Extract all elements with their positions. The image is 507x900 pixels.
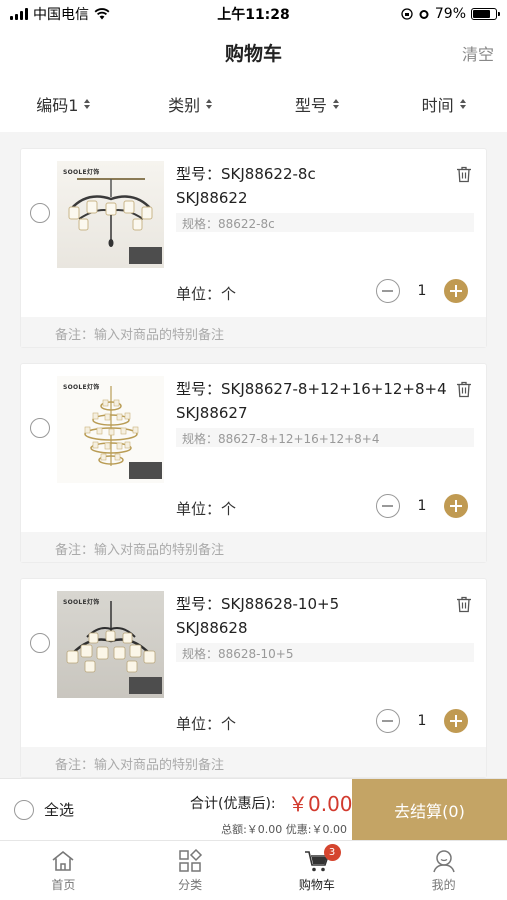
filter-time[interactable]: 时间 bbox=[380, 92, 507, 116]
item-spec: 规格：88622-8c bbox=[176, 213, 474, 232]
plus-button[interactable] bbox=[444, 494, 468, 518]
quantity-stepper: 1 bbox=[376, 279, 468, 303]
checkout-button[interactable]: 去结算(0) bbox=[352, 779, 507, 841]
wifi-icon bbox=[94, 8, 110, 20]
rotation-lock-icon bbox=[401, 8, 413, 20]
tab-mine[interactable]: 我的 bbox=[380, 841, 507, 900]
minus-button[interactable] bbox=[376, 709, 400, 733]
item-model: 型号：SKJ88622-8c bbox=[176, 165, 316, 183]
cart-list[interactable]: SOOLE灯饰 型号：SKJ88622-8c SKJ88622 规格：88622… bbox=[0, 132, 507, 778]
clear-button[interactable]: 清空 bbox=[462, 41, 494, 65]
item-unit: 单位：个 bbox=[176, 500, 237, 518]
image-tag bbox=[129, 677, 162, 694]
tab-label: 我的 bbox=[431, 878, 456, 892]
item-unit: 单位：个 bbox=[176, 285, 237, 303]
quantity-value: 1 bbox=[417, 498, 427, 514]
filter-code[interactable]: 编码1 bbox=[0, 92, 127, 116]
quantity-value: 1 bbox=[417, 713, 427, 729]
category-icon bbox=[179, 849, 203, 872]
item-model: 型号：SKJ88628-10+5 bbox=[176, 595, 340, 613]
tab-label: 首页 bbox=[51, 878, 76, 892]
filter-bar: 编码1 类别 型号 时间 bbox=[0, 76, 507, 132]
cart-item: SOOLE灯饰 型号：SKJ88622-8c SKJ88622 规格：88622… bbox=[20, 148, 487, 348]
clock: 上午11:28 bbox=[217, 7, 290, 23]
battery-percent: 79% bbox=[434, 6, 466, 22]
item-info: 型号：SKJ88627-8+12+16+12+8+4 SKJ88627 规格：8… bbox=[176, 378, 474, 447]
tab-label: 购物车 bbox=[298, 878, 335, 892]
nav-bar: 购物车 清空 bbox=[0, 28, 507, 76]
total-label: 合计(优惠后): bbox=[190, 796, 276, 812]
plus-button[interactable] bbox=[444, 709, 468, 733]
select-all[interactable]: 全选 bbox=[14, 799, 74, 820]
tab-category[interactable]: 分类 bbox=[127, 841, 254, 900]
tab-home[interactable]: 首页 bbox=[0, 841, 127, 900]
filter-category[interactable]: 类别 bbox=[127, 92, 254, 116]
image-tag bbox=[129, 247, 162, 264]
item-code: SKJ88628 bbox=[176, 619, 248, 637]
plus-button[interactable] bbox=[444, 279, 468, 303]
filter-label: 类别 bbox=[168, 96, 201, 115]
item-code: SKJ88622 bbox=[176, 189, 248, 207]
item-select-radio[interactable] bbox=[30, 418, 50, 438]
tab-cart[interactable]: 购物车 3 bbox=[254, 841, 381, 900]
sort-icon bbox=[459, 99, 466, 109]
item-model: 型号：SKJ88627-8+12+16+12+8+4 bbox=[176, 380, 447, 398]
note-input[interactable]: 备注：输入对商品的特别备注 bbox=[21, 532, 486, 562]
item-select-radio[interactable] bbox=[30, 633, 50, 653]
status-bar: 中国电信 上午11:28 79% bbox=[0, 0, 507, 28]
select-all-radio[interactable] bbox=[14, 799, 34, 820]
sort-icon bbox=[332, 99, 339, 109]
cart-badge: 3 bbox=[323, 844, 341, 861]
filter-label: 型号 bbox=[294, 96, 327, 115]
sort-icon bbox=[84, 99, 91, 109]
note-input[interactable]: 备注：输入对商品的特别备注 bbox=[21, 747, 486, 777]
minus-button[interactable] bbox=[376, 279, 400, 303]
trash-icon[interactable] bbox=[456, 166, 472, 183]
total-price: ￥0.00 bbox=[288, 792, 353, 816]
quantity-value: 1 bbox=[417, 283, 427, 299]
item-info: 型号：SKJ88628-10+5 SKJ88628 规格：88628-10+5 bbox=[176, 593, 474, 662]
carrier-label: 中国电信 bbox=[33, 7, 89, 23]
status-right: 79% bbox=[327, 6, 500, 22]
item-spec: 规格：88628-10+5 bbox=[176, 643, 474, 662]
item-spec: 规格：88627-8+12+16+12+8+4 bbox=[176, 428, 474, 447]
trash-icon[interactable] bbox=[456, 596, 472, 613]
item-info: 型号：SKJ88622-8c SKJ88622 规格：88622-8c bbox=[176, 163, 474, 232]
item-select-radio[interactable] bbox=[30, 203, 50, 223]
product-image[interactable]: SOOLE灯饰 bbox=[57, 161, 164, 268]
signal-icon bbox=[10, 8, 28, 20]
tab-label: 分类 bbox=[178, 878, 203, 892]
item-code: SKJ88627 bbox=[176, 404, 248, 422]
image-tag bbox=[129, 462, 162, 479]
battery-icon bbox=[471, 8, 500, 20]
status-left: 中国电信 bbox=[10, 4, 180, 24]
tab-bar: 首页 分类 购物车 3 我的 bbox=[0, 840, 507, 900]
quantity-stepper: 1 bbox=[376, 494, 468, 518]
minus-button[interactable] bbox=[376, 494, 400, 518]
summary-bar: 全选 合计(优惠后): ￥0.00 总额:￥0.00 优惠:￥0.00 去结算(… bbox=[0, 778, 507, 841]
select-all-label: 全选 bbox=[44, 801, 75, 819]
note-input[interactable]: 备注：输入对商品的特别备注 bbox=[21, 317, 486, 347]
page-title: 购物车 bbox=[224, 42, 282, 65]
home-icon bbox=[52, 850, 74, 871]
filter-label: 编码1 bbox=[36, 96, 79, 115]
filter-model[interactable]: 型号 bbox=[254, 92, 381, 116]
product-image[interactable]: SOOLE灯饰 bbox=[57, 591, 164, 698]
trash-icon[interactable] bbox=[456, 381, 472, 398]
alarm-icon bbox=[419, 10, 429, 19]
filter-label: 时间 bbox=[421, 96, 454, 115]
cart-item: SOOLE灯饰 型号：SKJ88628-10+5 SKJ88628 规格：886… bbox=[20, 578, 487, 778]
product-image[interactable]: SOOLE灯饰 bbox=[57, 376, 164, 483]
cart-item: SOOLE灯饰 型号：SKJ88627-8+12+16+12+8+4 SKJ88… bbox=[20, 363, 487, 563]
sort-icon bbox=[206, 99, 213, 109]
user-icon bbox=[432, 850, 455, 873]
item-unit: 单位：个 bbox=[176, 715, 237, 733]
total-detail: 总额:￥0.00 优惠:￥0.00 bbox=[221, 823, 347, 836]
quantity-stepper: 1 bbox=[376, 709, 468, 733]
